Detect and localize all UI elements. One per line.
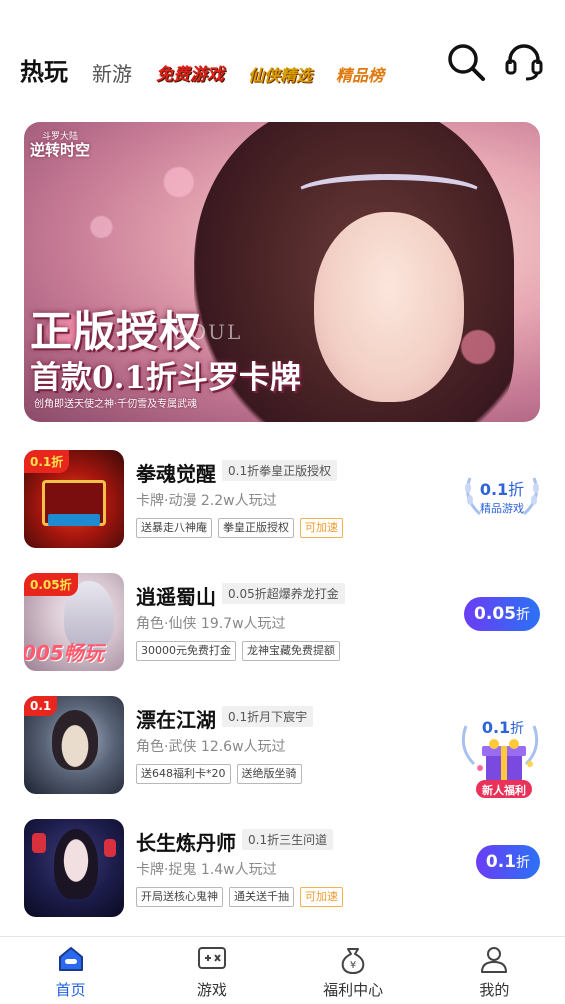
badge-label: 新人福利	[482, 784, 526, 797]
nav-home[interactable]: 首页	[0, 937, 141, 1004]
game-tag: 30000元免费打金	[136, 641, 236, 661]
customer-service-icon[interactable]	[504, 42, 544, 82]
game-subtitle: 0.05折超爆养龙打金	[222, 583, 345, 604]
game-tags: 送暴走八神庵 拳皇正版授权 可加速	[136, 518, 343, 538]
top-header: 热玩 新游 免费游戏 仙侠精选 精品榜	[0, 0, 565, 112]
game-players: 2.2w人玩过	[200, 493, 277, 509]
game-name: 逍遥蜀山	[136, 585, 216, 609]
tab-hot[interactable]: 热玩	[20, 60, 68, 84]
discount-pill[interactable]: 0.05折	[464, 597, 540, 631]
game-tags: 30000元免费打金 龙神宝藏免费提额	[136, 641, 340, 661]
game-meta: 角色·武侠 12.6w人玩过	[136, 736, 286, 756]
tab-new[interactable]: 新游	[92, 64, 132, 84]
game-icon	[24, 819, 124, 917]
game-list: 0.1折 拳魂觉醒 0.1折拳皇正版授权 卡牌·动漫 2.2w人玩过 送暴走八神…	[24, 450, 544, 942]
discount-value: 0.1	[485, 852, 516, 872]
discount-value: 0.1	[481, 718, 511, 737]
discount-value: 0.1	[479, 480, 509, 499]
discount-unit: 折	[508, 480, 525, 499]
nav-games[interactable]: 游戏	[141, 937, 282, 1004]
search-icon[interactable]	[446, 42, 486, 82]
discount-value: 0.05	[474, 604, 516, 624]
game-category: 角色·仙侠	[136, 616, 197, 632]
banner-note: 创角即送天使之神·千仞雪及专属武魂	[34, 399, 198, 410]
game-tag-accelerate: 可加速	[300, 887, 343, 907]
discount-unit: 折	[516, 607, 530, 623]
game-icon: 0.1折	[24, 450, 124, 548]
icon-promo-text: 005畅玩	[24, 641, 104, 665]
nav-mine[interactable]: 我的	[424, 937, 565, 1004]
user-icon	[481, 947, 508, 973]
banner-logo-text: 逆转时空	[29, 141, 90, 160]
discount-unit: 折	[510, 721, 525, 737]
tab-best-list[interactable]: 精品榜	[336, 68, 384, 84]
game-meta: 卡牌·捉鬼 1.4w人玩过	[136, 859, 277, 879]
game-tag-accelerate: 可加速	[300, 518, 343, 538]
game-row-changsheng[interactable]: 长生炼丹师 0.1折三生问道 卡牌·捉鬼 1.4w人玩过 开局送核心鬼神 通关送…	[24, 819, 544, 942]
bottom-nav: 首页 游戏 ¥ 福利中心 我的	[0, 936, 565, 1004]
game-meta: 卡牌·动漫 2.2w人玩过	[136, 490, 277, 510]
gamepad-icon	[197, 947, 226, 969]
game-tag: 拳皇正版授权	[218, 518, 294, 538]
nav-label: 福利中心	[323, 981, 384, 999]
banner-game-logo: 斗罗大陆 逆转时空	[28, 132, 92, 168]
game-icon: 0.1	[24, 696, 124, 794]
game-row-piaozai[interactable]: 0.1 漂在江湖 0.1折月下宸宇 角色·武侠 12.6w人玩过 送648福利卡…	[24, 696, 544, 819]
newbie-gift-badge[interactable]: 0.1折 新人福利	[458, 716, 548, 802]
nav-welfare[interactable]: ¥ 福利中心	[283, 937, 424, 1004]
game-players: 19.7w人玩过	[200, 616, 286, 632]
discount-pill[interactable]: 0.1折	[475, 845, 540, 879]
game-tag: 送绝版坐骑	[236, 764, 302, 784]
nav-label: 我的	[479, 981, 510, 999]
nav-label: 游戏	[196, 981, 227, 999]
icon-ribbon: 0.05折	[24, 573, 78, 596]
home-icon	[58, 947, 83, 971]
game-category: 卡牌·捉鬼	[136, 862, 197, 878]
game-tag: 送648福利卡*20	[136, 764, 231, 784]
game-category: 角色·武侠	[136, 739, 197, 755]
game-tags: 送648福利卡*20 送绝版坐骑	[136, 764, 302, 784]
nav-label: 首页	[55, 981, 86, 999]
game-row-xiaoyao[interactable]: 005畅玩 0.05折 逍遥蜀山 0.05折超爆养龙打金 角色·仙侠 19.7w…	[24, 573, 544, 696]
game-category: 卡牌·动漫	[136, 493, 197, 509]
quality-game-badge[interactable]: 0.1折 精品游戏	[462, 470, 542, 520]
money-bag-icon: ¥	[341, 948, 365, 974]
icon-ribbon: 0.1	[24, 696, 58, 716]
game-subtitle: 0.1折三生问道	[242, 829, 334, 850]
game-subtitle: 0.1折月下宸宇	[222, 706, 314, 727]
game-name: 拳魂觉醒	[136, 462, 216, 486]
banner-watermark: SOUL	[174, 320, 243, 344]
game-name: 长生炼丹师	[136, 831, 236, 855]
discount-unit: 折	[516, 855, 530, 871]
game-subtitle: 0.1折拳皇正版授权	[222, 460, 338, 481]
game-meta: 角色·仙侠 19.7w人玩过	[136, 613, 286, 633]
game-players: 1.4w人玩过	[200, 862, 277, 878]
game-row-quanhun[interactable]: 0.1折 拳魂觉醒 0.1折拳皇正版授权 卡牌·动漫 2.2w人玩过 送暴走八神…	[24, 450, 544, 573]
game-tag: 送暴走八神庵	[136, 518, 212, 538]
svg-text:¥: ¥	[350, 960, 356, 971]
game-name: 漂在江湖	[136, 708, 216, 732]
game-tag: 通关送千抽	[229, 887, 294, 907]
tab-xianxia[interactable]: 仙侠精选	[248, 68, 312, 84]
badge-label: 精品游戏	[480, 502, 524, 515]
banner-subtitle: 首款0.1折斗罗卡牌	[30, 360, 301, 396]
game-players: 12.6w人玩过	[200, 739, 286, 755]
category-tabs: 热玩 新游 免费游戏 仙侠精选 精品榜	[20, 44, 408, 84]
game-icon: 005畅玩 0.05折	[24, 573, 124, 671]
game-tag: 龙神宝藏免费提额	[242, 641, 340, 661]
icon-ribbon: 0.1折	[24, 450, 70, 473]
game-tag: 开局送核心鬼神	[136, 887, 223, 907]
game-tags: 开局送核心鬼神 通关送千抽 可加速	[136, 887, 343, 907]
promo-banner[interactable]: 斗罗大陆 逆转时空 正版授权 SOUL 首款0.1折斗罗卡牌 创角即送天使之神·…	[24, 122, 540, 422]
tab-free-games[interactable]: 免费游戏	[156, 67, 224, 84]
